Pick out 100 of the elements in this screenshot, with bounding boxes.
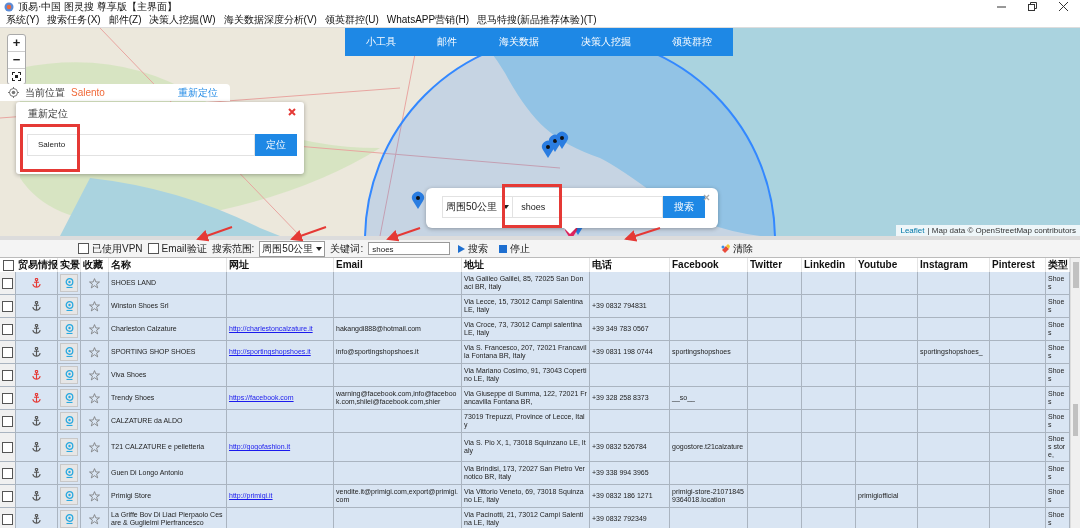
nav-item[interactable]: 决策人挖掘: [574, 35, 637, 49]
checkbox[interactable]: [2, 300, 13, 312]
menu-item[interactable]: 邮件(Z): [104, 13, 146, 27]
column-header[interactable]: Youtube: [856, 258, 918, 272]
column-header[interactable]: Twitter: [748, 258, 802, 272]
relocate-link[interactable]: 重新定位: [178, 85, 218, 100]
table-cell: [856, 364, 918, 387]
app-logo-icon: [4, 1, 14, 12]
table-cell: [990, 387, 1046, 410]
keyword-input[interactable]: shoes: [368, 242, 451, 255]
menu-item[interactable]: 领英群控(U): [320, 13, 383, 27]
column-header[interactable]: Pinterest: [990, 258, 1046, 272]
anchor-icon[interactable]: [32, 514, 41, 524]
pin-icon: [64, 370, 74, 380]
checkbox[interactable]: [2, 467, 13, 479]
star-icon[interactable]: [89, 513, 100, 525]
table-cell: [990, 318, 1046, 341]
column-header[interactable]: 名称: [109, 258, 227, 272]
radius-select[interactable]: 周围50公里: [442, 196, 514, 218]
range-select[interactable]: 周围50公里: [259, 240, 326, 257]
menu-item[interactable]: 系统(Y): [2, 13, 44, 27]
checkbox[interactable]: [2, 323, 13, 335]
star-icon[interactable]: [89, 441, 100, 453]
menu-item[interactable]: 海关数据深度分析(V): [219, 13, 321, 27]
checkbox[interactable]: [2, 346, 13, 358]
table-cell: [856, 318, 918, 341]
anchor-icon[interactable]: [32, 393, 41, 403]
table-cell: [990, 433, 1046, 462]
checkbox[interactable]: [2, 369, 13, 381]
search-button[interactable]: 搜索: [455, 241, 492, 256]
zoom-in-button[interactable]: +: [8, 35, 25, 52]
location-input[interactable]: Salento: [27, 134, 255, 156]
fullscreen-icon[interactable]: [12, 72, 21, 81]
street-view-button[interactable]: [60, 438, 78, 456]
keyword-label: 关键词:: [330, 241, 364, 256]
anchor-icon[interactable]: [32, 491, 41, 501]
nav-item[interactable]: 邮件: [431, 35, 464, 49]
zoom-out-button[interactable]: −: [8, 52, 25, 69]
anchor-icon[interactable]: [32, 324, 41, 334]
menu-item[interactable]: 思马特搜(新品推荐体验)(T): [473, 13, 601, 27]
menu-item[interactable]: WhatsAPP营销(H): [382, 13, 474, 27]
table-cell: [990, 295, 1046, 318]
star-icon[interactable]: [89, 490, 100, 502]
scrollbar-thumb[interactable]: [1073, 262, 1079, 288]
anchor-icon[interactable]: [32, 468, 41, 478]
close-icon[interactable]: [1059, 2, 1068, 11]
menu-item[interactable]: 搜索任务(X): [43, 13, 105, 27]
checkbox[interactable]: [2, 392, 13, 404]
column-header[interactable]: Email: [334, 258, 462, 272]
column-header[interactable]: 实景: [58, 258, 81, 272]
checkbox[interactable]: [147, 243, 159, 254]
annotation-arrow: [624, 227, 661, 242]
table-cell: [856, 387, 918, 410]
column-header[interactable]: 电话: [590, 258, 670, 272]
column-header[interactable]: 收藏: [81, 258, 109, 272]
star-icon[interactable]: [89, 415, 100, 427]
clear-button[interactable]: 清除: [718, 241, 757, 256]
star-icon[interactable]: [89, 369, 100, 381]
checkbox[interactable]: [2, 277, 13, 289]
anchor-icon[interactable]: [32, 301, 41, 311]
locate-button[interactable]: 定位: [255, 134, 297, 156]
anchor-icon[interactable]: [32, 442, 41, 452]
star-icon[interactable]: [89, 467, 100, 479]
nav-item[interactable]: 领英群控: [666, 35, 719, 49]
checkbox[interactable]: [2, 490, 13, 502]
checkbox[interactable]: [78, 243, 89, 254]
anchor-icon[interactable]: [32, 416, 41, 426]
search-button[interactable]: 搜索: [663, 196, 706, 218]
table-cell: [990, 508, 1046, 528]
checkbox[interactable]: [2, 513, 13, 525]
star-icon[interactable]: [89, 300, 100, 312]
column-header[interactable]: 网址: [227, 258, 334, 272]
column-header[interactable]: 地址: [462, 258, 590, 272]
table-cell: [748, 318, 802, 341]
anchor-icon[interactable]: [32, 370, 41, 380]
column-header[interactable]: 贸易情报: [16, 258, 58, 272]
nav-item[interactable]: 小工具: [359, 35, 402, 49]
annotation-arrow: [196, 226, 233, 242]
column-header[interactable]: Instagram: [918, 258, 990, 272]
star-icon[interactable]: [89, 346, 100, 358]
column-header[interactable]: Linkedin: [802, 258, 856, 272]
location-label: 当前位置: [25, 85, 65, 100]
leaflet-link[interactable]: Leaflet: [900, 225, 925, 236]
checkbox[interactable]: [2, 441, 13, 453]
anchor-icon[interactable]: [32, 347, 41, 357]
star-icon[interactable]: [89, 392, 100, 404]
menu-item[interactable]: 决策人挖掘(W): [145, 13, 220, 27]
column-header[interactable]: 类型: [1046, 258, 1070, 272]
star-icon[interactable]: [89, 277, 100, 289]
scrollbar-thumb[interactable]: [1073, 404, 1078, 436]
table-cell: [748, 272, 802, 295]
star-icon[interactable]: [89, 323, 100, 335]
anchor-icon[interactable]: [32, 278, 41, 288]
table-cell: [856, 272, 918, 295]
column-header[interactable]: Facebook: [670, 258, 748, 272]
keyword-input[interactable]: shoes: [513, 196, 664, 218]
restore-icon[interactable]: [1028, 2, 1037, 11]
nav-item[interactable]: 海关数据: [493, 35, 545, 49]
stop-button[interactable]: 停止: [496, 241, 534, 256]
checkbox[interactable]: [2, 415, 13, 427]
